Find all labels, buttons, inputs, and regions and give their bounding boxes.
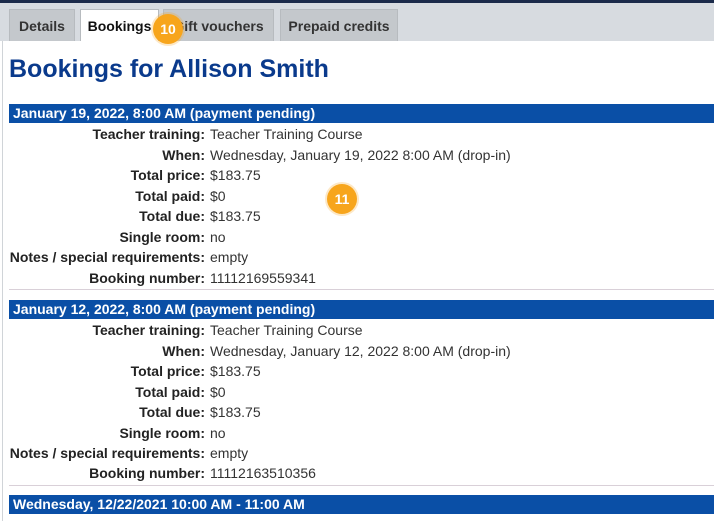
- booking-detail-row: Total due: $183.75: [9, 402, 714, 422]
- booking-detail-row: Notes / special requirements: empty: [9, 443, 714, 463]
- detail-value: $0: [210, 188, 226, 204]
- detail-value: $183.75: [210, 208, 261, 224]
- detail-label: Single room:: [119, 425, 205, 441]
- booking-detail-row: Teacher training: Teacher Training Cours…: [9, 124, 714, 144]
- detail-label: When:: [162, 343, 205, 359]
- booking-detail-row: Total due: $183.75: [9, 206, 714, 226]
- detail-value: no: [210, 229, 226, 245]
- booking-detail-row: Single room: no: [9, 423, 714, 443]
- booking-detail-row: Total paid: $0: [9, 382, 714, 402]
- page-title: Bookings for Allison Smith: [9, 55, 329, 83]
- detail-label: Total price:: [130, 167, 205, 183]
- booking-detail-row: When: Wednesday, January 19, 2022 8:00 A…: [9, 145, 714, 165]
- booking-detail-row: Single room: no: [9, 227, 714, 247]
- booking-divider: [9, 485, 714, 486]
- detail-value: $183.75: [210, 404, 261, 420]
- booking-detail-row: Booking number: 11112169559341: [9, 268, 714, 288]
- step-badge: 10: [153, 14, 183, 44]
- detail-value: 11112169559341: [210, 270, 316, 286]
- detail-label: Total paid:: [135, 188, 205, 204]
- detail-label: When:: [162, 147, 205, 163]
- step-badge: 11: [327, 184, 357, 214]
- booking-detail-row: Total price: $183.75: [9, 165, 714, 185]
- detail-label: Booking number:: [89, 270, 205, 286]
- booking-header: January 12, 2022, 8:00 AM (payment pendi…: [9, 300, 714, 319]
- tab-strip: Details Bookings Gift vouchers Prepaid c…: [0, 3, 714, 42]
- detail-value: $183.75: [210, 167, 261, 183]
- detail-label: Teacher training:: [92, 126, 205, 142]
- detail-value: Wednesday, January 19, 2022 8:00 AM (dro…: [210, 147, 511, 163]
- tab-prepaid-credits[interactable]: Prepaid credits: [280, 9, 398, 41]
- detail-label: Notes / special requirements:: [9, 249, 205, 265]
- detail-label: Teacher training:: [92, 322, 205, 338]
- booking-divider: [9, 289, 714, 290]
- detail-value: empty: [210, 249, 249, 265]
- detail-value: Teacher Training Course: [210, 322, 363, 338]
- booking-detail-row: When: Wednesday, January 12, 2022 8:00 A…: [9, 341, 714, 361]
- booking-header: January 19, 2022, 8:00 AM (payment pendi…: [9, 104, 714, 123]
- detail-label: Total price:: [130, 363, 205, 379]
- detail-label: Booking number:: [89, 465, 205, 481]
- detail-value: $0: [210, 384, 226, 400]
- detail-label: Total due:: [139, 208, 205, 224]
- detail-label: Single room:: [119, 229, 205, 245]
- booking-detail-row: Total price: $183.75: [9, 361, 714, 381]
- booking-detail-row: Teacher training: Teacher Training Cours…: [9, 320, 714, 340]
- detail-value: Wednesday, January 12, 2022 8:00 AM (dro…: [210, 343, 511, 359]
- detail-label: Total paid:: [135, 384, 205, 400]
- booking-detail-row: Notes / special requirements: empty: [9, 247, 714, 267]
- detail-value: no: [210, 425, 226, 441]
- detail-value: $183.75: [210, 363, 261, 379]
- detail-value: Teacher Training Course: [210, 126, 363, 142]
- tab-details[interactable]: Details: [9, 9, 75, 41]
- detail-label: Notes / special requirements:: [9, 445, 205, 461]
- detail-label: Total due:: [139, 404, 205, 420]
- booking-header: Wednesday, 12/22/2021 10:00 AM - 11:00 A…: [9, 495, 714, 514]
- booking-detail-row: Booking number: 11112163510356: [9, 463, 714, 483]
- tab-bookings[interactable]: Bookings: [80, 9, 159, 42]
- detail-value: empty: [210, 445, 249, 461]
- detail-value: 11112163510356: [210, 465, 316, 481]
- booking-detail-row: Total paid: $0: [9, 186, 714, 206]
